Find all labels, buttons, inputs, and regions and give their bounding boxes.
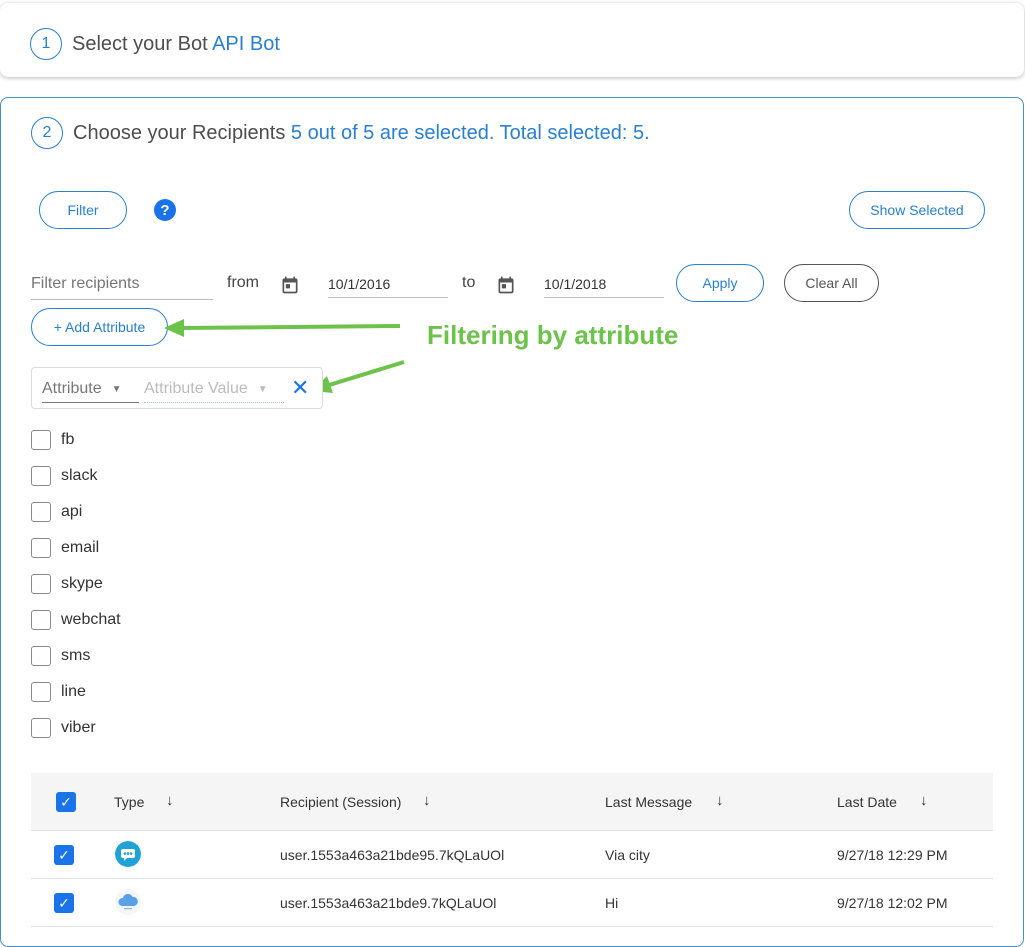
selected-bot-name[interactable]: API Bot: [212, 33, 280, 55]
recipient-cell: user.1553a463a21bde95.7kQLaUOl: [280, 847, 505, 863]
from-label: from: [227, 274, 259, 291]
recipient-cell: user.1553a463a21bde9.7kQLaUOl: [280, 895, 497, 911]
help-icon[interactable]: ?: [154, 199, 176, 221]
webchat-icon: [115, 841, 141, 867]
channel-checkbox-fb[interactable]: fb: [31, 429, 74, 451]
step1-title: Select your Bot API Bot: [72, 33, 280, 56]
annotation-text: Filtering by attribute: [427, 320, 679, 350]
channel-label: webchat: [61, 611, 121, 628]
to-date-input[interactable]: [544, 276, 664, 298]
table-header: ✓ Type ↓ Recipient (Session) ↓ Last Mess…: [31, 773, 993, 831]
step1-title-text: Select your Bot: [72, 33, 208, 55]
add-attribute-button[interactable]: + Add Attribute: [31, 308, 168, 346]
last-message-cell: Via city: [605, 847, 650, 863]
close-icon[interactable]: ✕: [291, 377, 309, 399]
checkbox[interactable]: [31, 610, 51, 630]
select-all-checkbox[interactable]: ✓: [56, 792, 76, 812]
checkbox[interactable]: [31, 682, 51, 702]
table-row[interactable]: ✓ user.1553a463a21bde95.7kQLaUOl Via cit…: [31, 831, 993, 879]
column-header-type[interactable]: Type: [114, 794, 144, 810]
channel-label: viber: [61, 719, 96, 736]
channel-checkbox-email[interactable]: email: [31, 537, 99, 559]
attribute-value-placeholder: Attribute Value: [144, 380, 248, 397]
checkbox[interactable]: [31, 646, 51, 666]
filter-button[interactable]: Filter: [39, 191, 127, 229]
channel-checkbox-skype[interactable]: skype: [31, 573, 103, 595]
attribute-value-select[interactable]: Attribute Value ▼: [144, 376, 284, 403]
arrow-down-icon[interactable]: ↓: [716, 792, 724, 809]
checkbox[interactable]: [31, 466, 51, 486]
checkbox[interactable]: [31, 538, 51, 558]
step1-card: 1 Select your Bot API Bot: [0, 3, 1024, 77]
arrow-down-icon[interactable]: ↓: [920, 792, 928, 809]
checkbox[interactable]: [31, 718, 51, 738]
channel-checkbox-slack[interactable]: slack: [31, 465, 97, 487]
column-header-recipient[interactable]: Recipient (Session): [280, 794, 401, 810]
step2-title-text: Choose your Recipients: [73, 122, 286, 144]
channel-checkbox-sms[interactable]: sms: [31, 645, 90, 667]
table-row[interactable]: ✓ user.1553a463a21bde9.7kQLaUOl Hi 9/27/…: [31, 879, 993, 927]
step2-title: Choose your Recipients 5 out of 5 are se…: [73, 122, 650, 145]
cloud-api-icon: [115, 889, 141, 915]
calendar-icon[interactable]: [280, 275, 300, 295]
checkbox[interactable]: [31, 502, 51, 522]
step1-number: 1: [30, 28, 62, 60]
channel-label: skype: [61, 575, 103, 592]
apply-button[interactable]: Apply: [676, 264, 764, 302]
channel-label: line: [61, 683, 86, 700]
channel-label: fb: [61, 431, 75, 448]
caret-down-icon: ▼: [257, 383, 268, 395]
attribute-filter: Attribute ▼ Attribute Value ▼ ✕: [31, 367, 323, 409]
from-date-input[interactable]: [328, 276, 448, 298]
last-date-cell: 9/27/18 12:02 PM: [837, 895, 948, 911]
selection-summary: 5 out of 5 are selected. Total selected:…: [290, 122, 650, 144]
calendar-icon[interactable]: [496, 275, 516, 295]
channel-checkbox-webchat[interactable]: webchat: [31, 609, 121, 631]
arrow-down-icon[interactable]: ↓: [166, 792, 174, 809]
column-header-last-date[interactable]: Last Date: [837, 794, 897, 810]
column-header-last-message[interactable]: Last Message: [605, 794, 692, 810]
channel-checkbox-api[interactable]: api: [31, 501, 82, 523]
channel-checkbox-line[interactable]: line: [31, 681, 86, 703]
attribute-select[interactable]: Attribute ▼: [42, 376, 139, 403]
row-checkbox[interactable]: ✓: [54, 845, 74, 865]
step2-number: 2: [31, 117, 63, 149]
to-label: to: [462, 274, 476, 291]
channel-label: api: [61, 503, 83, 520]
arrow-down-icon[interactable]: ↓: [423, 792, 431, 809]
channel-checkbox-viber[interactable]: viber: [31, 717, 96, 739]
checkbox[interactable]: [31, 574, 51, 594]
clear-all-button[interactable]: Clear All: [784, 264, 879, 302]
channel-label: slack: [61, 467, 98, 484]
last-message-cell: Hi: [605, 895, 619, 911]
filter-recipients-input[interactable]: [31, 274, 213, 300]
row-checkbox[interactable]: ✓: [54, 893, 74, 913]
show-selected-button[interactable]: Show Selected: [849, 191, 985, 229]
checkbox[interactable]: [31, 430, 51, 450]
channel-label: email: [61, 539, 100, 556]
caret-down-icon: ▼: [111, 383, 122, 395]
attribute-placeholder: Attribute: [42, 380, 102, 397]
last-date-cell: 9/27/18 12:29 PM: [837, 847, 948, 863]
channel-label: sms: [61, 647, 91, 664]
